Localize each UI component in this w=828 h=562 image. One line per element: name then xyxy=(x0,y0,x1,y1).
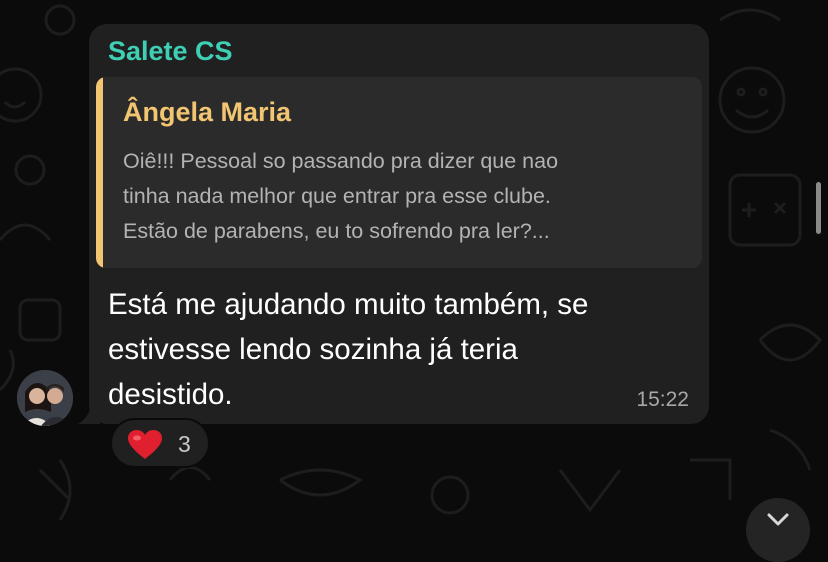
chevron-down-icon xyxy=(767,513,789,526)
quoted-message[interactable]: Ângela Maria Oiê!!! Pessoal so passando … xyxy=(96,77,702,268)
sender-name[interactable]: Salete CS xyxy=(108,36,233,67)
quote-accent-bar xyxy=(96,77,103,268)
message-text-line: desistido. xyxy=(108,378,233,411)
reaction-badge[interactable]: 3 xyxy=(110,418,210,468)
quoted-text-line: Oiê!!! Pessoal so passando pra dizer que… xyxy=(123,149,559,173)
heart-icon xyxy=(128,430,162,459)
avatar-photo-icon xyxy=(17,370,73,426)
reaction-count: 3 xyxy=(178,431,191,457)
message-text-line: estivesse lendo sozinha já teria xyxy=(108,333,518,366)
scrollbar-thumb[interactable] xyxy=(816,182,821,234)
quoted-text: Oiê!!! Pessoal so passando pra dizer que… xyxy=(123,144,558,249)
quoted-text-line: Estão de parabens, eu to sofrendo pra le… xyxy=(123,219,550,243)
scroll-to-bottom-button[interactable] xyxy=(746,498,810,562)
quoted-author: Ângela Maria xyxy=(123,97,292,127)
message-timestamp: 15:22 xyxy=(636,388,689,411)
quoted-text-line: tinha nada melhor que entrar pra esse cl… xyxy=(123,184,551,208)
sender-avatar[interactable] xyxy=(17,370,73,426)
message-text-line: Está me ajudando muito também, se xyxy=(108,288,589,321)
message-text: Está me ajudando muito também, se estive… xyxy=(108,282,588,417)
message-bubble[interactable]: Salete CS Ângela Maria Oiê!!! Pessoal so… xyxy=(89,24,709,424)
